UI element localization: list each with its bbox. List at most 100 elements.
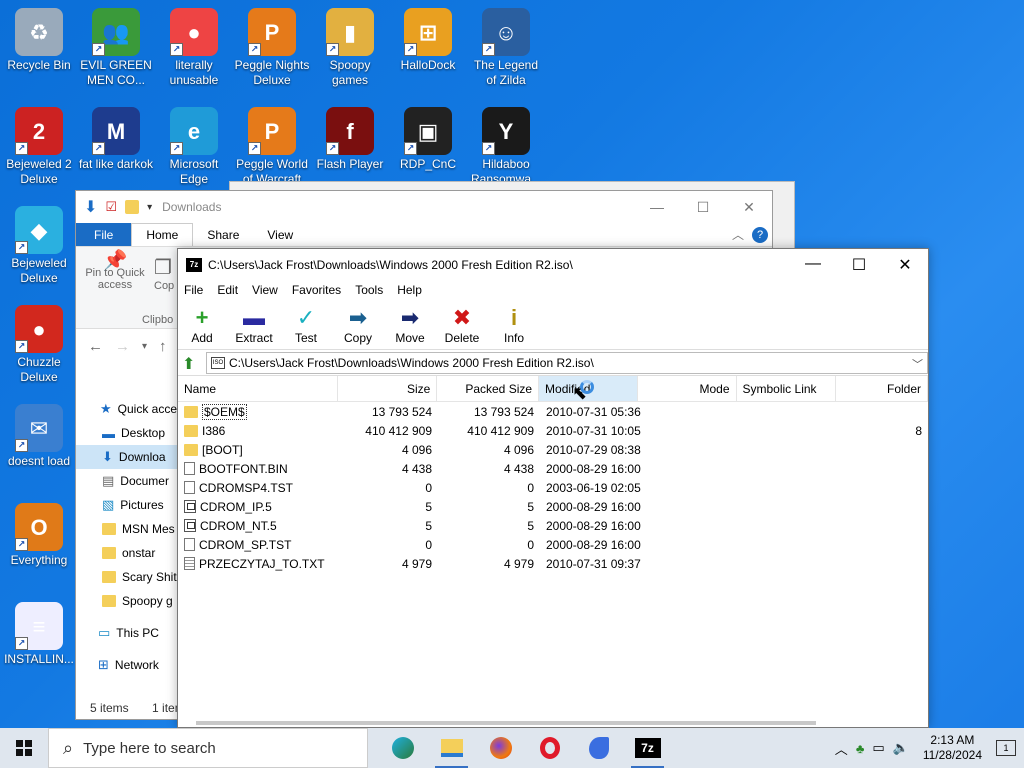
tab-home[interactable]: Home: [131, 223, 194, 246]
volume-icon[interactable]: 🔈: [893, 740, 909, 756]
file-row[interactable]: $OEM$ 13 793 524 13 793 524 2010-07-31 05:3…: [178, 402, 928, 421]
copy-button[interactable]: ❐ Cop: [154, 255, 174, 292]
desktop-icon[interactable]: P ↗ Peggle World of Warcraft: [234, 107, 310, 187]
properties-icon[interactable]: ☑: [105, 199, 117, 215]
nav-pane-item[interactable]: ▤ Documer: [76, 469, 180, 493]
up-folder-icon[interactable]: ⬆: [182, 354, 200, 373]
horizontal-scrollbar[interactable]: [196, 721, 816, 725]
nav-pane-item[interactable]: MSN Mes: [76, 517, 180, 541]
up-icon[interactable]: ↑: [159, 338, 167, 355]
desktop-icon[interactable]: ≡ ↗ INSTALLIN...: [1, 602, 77, 667]
7zip-window[interactable]: 7z C:\Users\Jack Frost\Downloads\Windows…: [177, 248, 929, 728]
desktop-icon[interactable]: f ↗ Flash Player: [312, 107, 388, 172]
menu-view[interactable]: View: [252, 283, 278, 297]
file-row[interactable]: CDROM_NT.5 5 5 2000-08-29 16:00: [178, 516, 928, 535]
taskbar-search[interactable]: ⌕ Type here to search: [48, 728, 368, 768]
desktop-icon[interactable]: M ↗ fat like darkok: [78, 107, 154, 172]
tab-view[interactable]: View: [253, 223, 307, 246]
file-row[interactable]: [BOOT] 4 096 4 096 2010-07-29 08:38: [178, 440, 928, 459]
desktop-icon[interactable]: 👥 ↗ EVIL GREEN MEN CO...: [78, 8, 154, 88]
maximize-icon[interactable]: ☐: [680, 199, 726, 216]
network-icon[interactable]: ▭: [872, 740, 884, 756]
network-status-icon[interactable]: ♣: [856, 741, 865, 756]
clock[interactable]: 2:13 AM 11/28/2024: [923, 733, 982, 763]
desktop-icon[interactable]: Y ↗ Hildaboo Ransomwa...: [468, 107, 544, 187]
desktop-icon[interactable]: 2 ↗ Bejeweled 2 Deluxe: [1, 107, 77, 187]
column-folders[interactable]: Folder: [836, 376, 928, 401]
minimize-icon[interactable]: —: [790, 255, 836, 275]
file-row[interactable]: CDROMSP4.TST 0 0 2003-06-19 02:05: [178, 478, 928, 497]
extract-button[interactable]: ▬ Extract: [234, 305, 274, 345]
menu-edit[interactable]: Edit: [217, 283, 238, 297]
desktop-icon[interactable]: ♻ Recycle Bin: [1, 8, 77, 73]
nav-pane-item[interactable]: ★ Quick acce: [76, 397, 180, 421]
desktop-icon[interactable]: ☺ ↗ The Legend of Zilda: [468, 8, 544, 88]
column-name[interactable]: Name: [178, 376, 338, 401]
nav-pane-item[interactable]: onstar: [76, 541, 180, 565]
maximize-icon[interactable]: ☐: [836, 255, 882, 275]
nav-pane-item[interactable]: ▬ Desktop: [76, 421, 180, 445]
help-icon[interactable]: ?: [752, 226, 768, 243]
nav-pane-item[interactable]: ▧ Pictures: [76, 493, 180, 517]
desktop-icon[interactable]: e ↗ Microsoft Edge: [156, 107, 232, 187]
nav-pane-item[interactable]: ⬇ Downloa: [76, 445, 180, 469]
close-icon[interactable]: ✕: [882, 255, 928, 275]
desktop-icon[interactable]: ● ↗ Chuzzle Deluxe: [1, 305, 77, 385]
back-icon[interactable]: ←: [88, 338, 103, 355]
address-dropdown-icon[interactable]: ﹀: [912, 356, 923, 372]
file-row[interactable]: CDROM_IP.5 5 5 2000-08-29 16:00: [178, 497, 928, 516]
desktop-icon[interactable]: P ↗ Peggle Nights Deluxe: [234, 8, 310, 88]
close-icon[interactable]: ✕: [726, 199, 772, 216]
desktop-icon[interactable]: ▣ ↗ RDP_CnC: [390, 107, 466, 172]
add-button[interactable]: + Add: [182, 305, 222, 345]
nav-pane-item[interactable]: Scary Shit: [76, 565, 180, 589]
column-symbolic-link[interactable]: Symbolic Link: [737, 376, 837, 401]
desktop-icon[interactable]: ✉ ↗ doesnt load: [1, 404, 77, 469]
desktop-icon[interactable]: ● ↗ literally unusable: [156, 8, 232, 88]
info-button[interactable]: i Info: [494, 305, 534, 345]
desktop-icon[interactable]: ◆ ↗ Bejeweled Deluxe: [1, 206, 77, 286]
file-row[interactable]: BOOTFONT.BIN 4 438 4 438 2000-08-29 16:00: [178, 459, 928, 478]
forward-icon[interactable]: →: [115, 338, 130, 355]
nav-pane-item[interactable]: ⊞ Network: [76, 653, 180, 677]
move-button[interactable]: ➡ Move: [390, 305, 430, 345]
new-folder-icon[interactable]: [125, 200, 140, 214]
taskbar-edge[interactable]: [378, 728, 427, 768]
desktop-icon[interactable]: ⊞ ↗ HalloDock: [390, 8, 466, 73]
qa-dropdown-icon[interactable]: ▾: [147, 202, 152, 213]
column-mode[interactable]: Mode: [638, 376, 737, 401]
nav-pane-item[interactable]: Spoopy g: [76, 589, 180, 613]
7zip-title-bar[interactable]: 7z C:\Users\Jack Frost\Downloads\Windows…: [178, 249, 928, 280]
taskbar-firefox[interactable]: [476, 728, 525, 768]
pin-button[interactable]: 📌 Pin to Quick access: [82, 251, 148, 291]
taskbar-opera[interactable]: [525, 728, 574, 768]
tab-file[interactable]: File: [76, 223, 132, 246]
menu-file[interactable]: File: [184, 283, 203, 297]
desktop-icon[interactable]: O ↗ Everything: [1, 503, 77, 568]
menu-tools[interactable]: Tools: [355, 283, 383, 297]
menu-help[interactable]: Help: [397, 283, 422, 297]
column-size[interactable]: Size: [338, 376, 438, 401]
explorer-title-bar[interactable]: ⬇ ☑ ▾ Downloads — ☐ ✕: [76, 191, 772, 223]
taskbar-explorer[interactable]: [427, 728, 476, 768]
file-row[interactable]: I386 410 412 909 410 412 909 2010-07-31 10:…: [178, 421, 928, 440]
start-button[interactable]: [0, 728, 48, 768]
notifications-icon[interactable]: 1: [996, 740, 1016, 756]
ribbon-collapse-icon[interactable]: ︿: [732, 226, 744, 243]
minimize-icon[interactable]: —: [634, 199, 680, 216]
show-hidden-icons-icon[interactable]: ︿: [835, 739, 848, 758]
file-row[interactable]: CDROM_SP.TST 0 0 2000-08-29 16:00: [178, 535, 928, 554]
copy-button[interactable]: ➡ Copy: [338, 305, 378, 345]
desktop-icon[interactable]: ▮ ↗ Spoopy games: [312, 8, 388, 88]
column-packed-size[interactable]: Packed Size: [437, 376, 540, 401]
file-row[interactable]: PRZECZYTAJ_TO.TXT 4 979 4 979 2010-07-31 09…: [178, 554, 928, 573]
taskbar-7zip[interactable]: 7z: [623, 728, 672, 768]
recent-dropdown-icon[interactable]: ▾: [142, 341, 147, 352]
address-field[interactable]: ISO C:\Users\Jack Frost\Downloads\Window…: [206, 351, 928, 374]
delete-button[interactable]: ✖ Delete: [442, 305, 482, 345]
tab-share[interactable]: Share: [193, 223, 253, 246]
nav-pane-item[interactable]: ▭ This PC: [76, 621, 180, 645]
menu-favorites[interactable]: Favorites: [292, 283, 341, 297]
test-button[interactable]: ✓ Test: [286, 305, 326, 345]
taskbar-bird-app[interactable]: [574, 728, 623, 768]
